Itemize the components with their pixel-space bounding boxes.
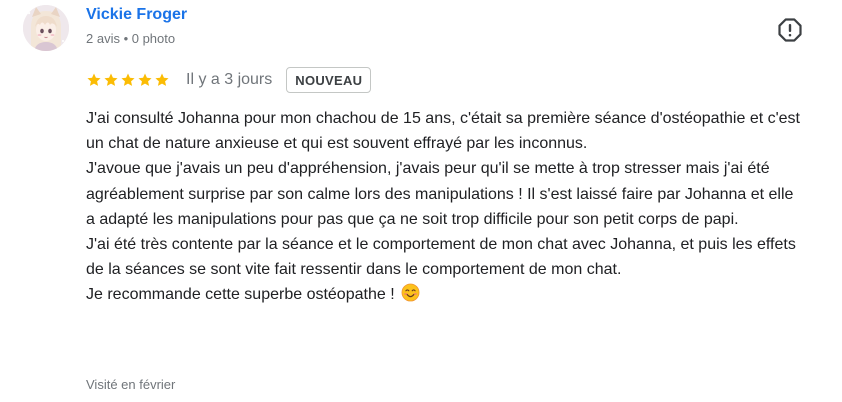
star-icon [104,73,118,86]
avatar[interactable] [23,5,69,51]
review-text: J'ai consulté Johanna pour mon chachou d… [86,106,806,308]
review-paragraph: J'ai été très contente par la séance et … [86,236,796,279]
report-octagon-icon [778,18,802,42]
review-date: Il y a 3 jours [186,71,273,88]
review-paragraph-text: Je recommande cette superbe ostéopathe ! [86,286,395,304]
star-rating [86,72,170,88]
smiling-face-emoji-icon [401,283,420,302]
visit-date: Visité en février [86,377,176,392]
report-button[interactable] [776,16,804,44]
review-paragraph-last: Je recommande cette superbe ostéopathe ! [86,282,806,307]
review-paragraph: J'ai consulté Johanna pour mon chachou d… [86,110,800,153]
star-icon [155,73,169,86]
author-name-link[interactable]: Vickie Froger [86,6,187,24]
star-icon [87,73,101,86]
star-icon [121,73,135,86]
anime-girl-avatar-icon [23,5,69,51]
new-badge: NOUVEAU [286,67,372,93]
star-icon [138,73,152,86]
review-paragraph: J'avoue que j'avais un peu d'appréhensio… [86,160,794,228]
rating-row: Il y a 3 jours NOUVEAU [86,66,372,94]
author-review-count: 2 avis • 0 photo [86,31,176,46]
review-card: Vickie Froger 2 avis • 0 photo Il y a 3 … [0,0,842,402]
